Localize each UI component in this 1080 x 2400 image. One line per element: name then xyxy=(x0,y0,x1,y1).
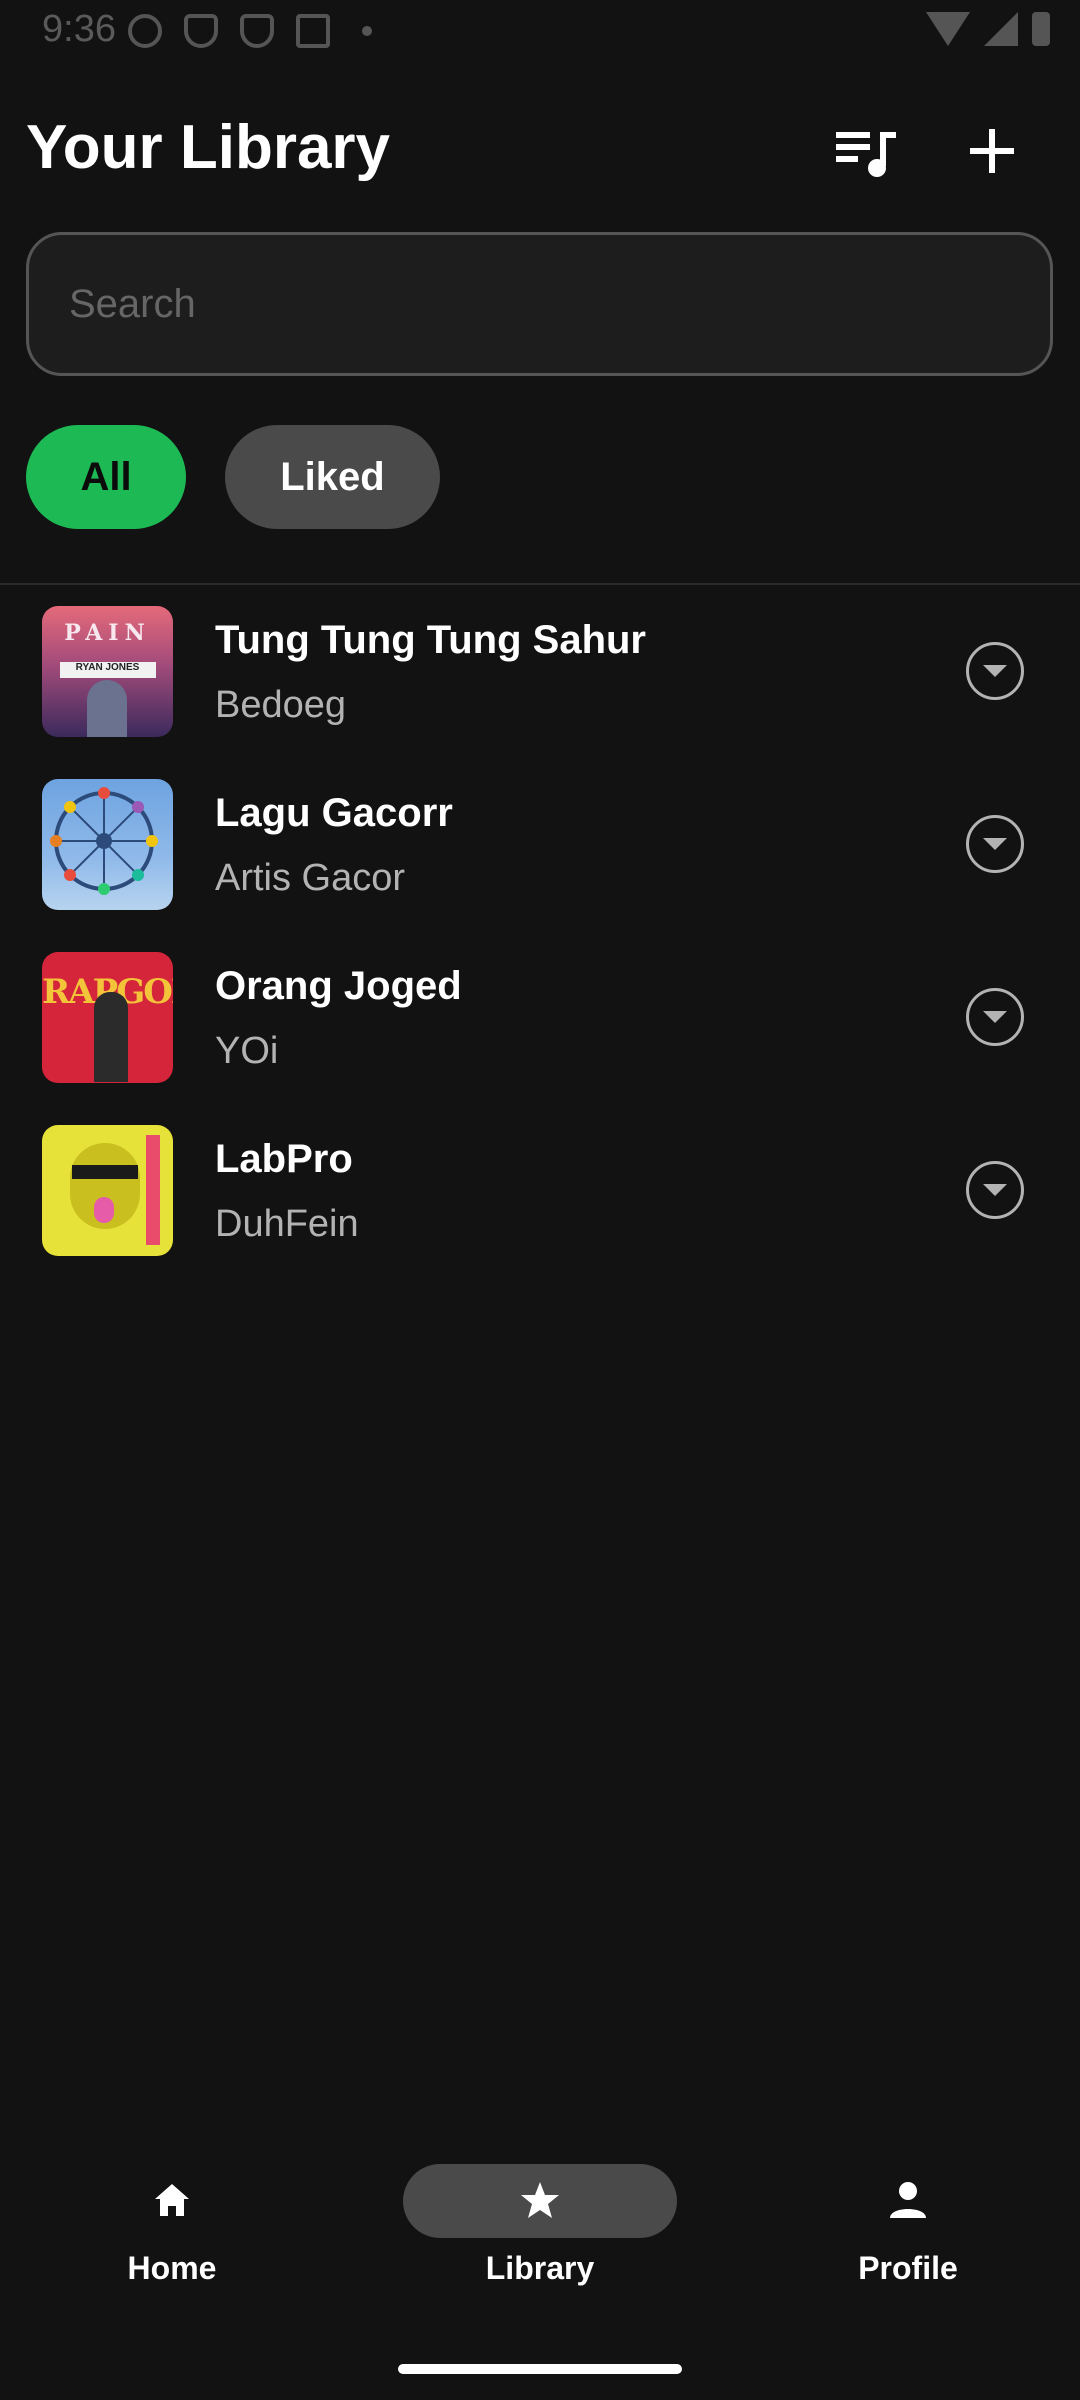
cover-figure xyxy=(94,992,128,1082)
album-cover: PAIN RYAN JONES xyxy=(42,606,173,737)
song-artist: Artis Gacor xyxy=(215,857,406,899)
song-artist: DuhFein xyxy=(215,1203,359,1245)
cover-text: PAIN xyxy=(64,620,151,646)
play-protect-icon xyxy=(240,14,274,48)
song-artist: YOi xyxy=(215,1030,279,1072)
filter-chip-label: All xyxy=(80,454,132,499)
cover-tongue xyxy=(94,1197,114,1223)
queue-music-icon[interactable] xyxy=(836,130,900,178)
nav-item-library[interactable]: Library xyxy=(400,2150,680,2300)
nav-label: Library xyxy=(485,2250,595,2286)
status-notification-icons xyxy=(128,14,372,48)
dropdown-arrow-icon[interactable] xyxy=(966,642,1024,700)
dropdown-arrow-icon[interactable] xyxy=(966,815,1024,873)
add-playlist-button[interactable] xyxy=(968,127,1016,175)
song-title: LabPro xyxy=(215,1137,353,1181)
gesture-home-indicator[interactable] xyxy=(398,2364,682,2374)
nav-label: Profile xyxy=(858,2250,958,2286)
list-item[interactable]: PAIN RYAN JONES Tung Tung Tung Sahur Bed… xyxy=(0,600,1080,750)
album-cover xyxy=(42,1125,173,1256)
person-icon xyxy=(890,2182,926,2218)
page-title: Your Library xyxy=(26,113,391,182)
wifi-icon xyxy=(926,12,970,46)
star-icon xyxy=(521,2182,559,2218)
search-input[interactable] xyxy=(29,235,1050,373)
shield-icon xyxy=(184,14,218,48)
app-notification-icon xyxy=(296,14,330,48)
ferris-wheel-image xyxy=(50,787,158,895)
home-icon xyxy=(155,2184,189,2216)
cover-glasses xyxy=(72,1165,138,1179)
nav-item-profile[interactable]: Profile xyxy=(768,2150,1048,2300)
dropdown-arrow-icon[interactable] xyxy=(966,1161,1024,1219)
nav-item-home[interactable]: Home xyxy=(32,2150,312,2300)
status-system-icons xyxy=(926,12,1050,46)
bottom-nav: Home Library Profile xyxy=(0,2150,1080,2320)
status-time: 9:36 xyxy=(42,8,116,50)
cover-stripe xyxy=(146,1135,160,1245)
song-title: Lagu Gacorr xyxy=(215,791,453,835)
divider xyxy=(0,583,1080,585)
nav-label: Home xyxy=(127,2250,217,2286)
list-item[interactable]: LabPro DuhFein xyxy=(0,1119,1080,1269)
cover-band-text: RYAN JONES xyxy=(75,662,140,673)
song-title: Orang Joged xyxy=(215,964,462,1008)
list-item[interactable]: RAPGOD Orang Joged YOi xyxy=(0,946,1080,1096)
info-icon xyxy=(128,14,162,48)
song-title: Tung Tung Tung Sahur xyxy=(215,618,646,662)
plus-icon xyxy=(970,129,1014,173)
more-notifications-dot-icon xyxy=(362,26,372,36)
song-artist: Bedoeg xyxy=(215,684,347,726)
album-cover: RAPGOD xyxy=(42,952,173,1083)
battery-icon xyxy=(1032,12,1050,46)
list-item[interactable]: Lagu Gacorr Artis Gacor xyxy=(0,773,1080,923)
album-cover xyxy=(42,779,173,910)
search-box[interactable] xyxy=(26,232,1053,376)
filter-chip-label: Liked xyxy=(280,454,385,499)
status-bar: 9:36 xyxy=(0,0,1080,60)
cover-figure xyxy=(87,680,127,737)
filter-chip-all[interactable]: All xyxy=(26,425,186,529)
filter-chip-liked[interactable]: Liked xyxy=(225,425,440,529)
cell-signal-icon xyxy=(984,12,1018,46)
dropdown-arrow-icon[interactable] xyxy=(966,988,1024,1046)
